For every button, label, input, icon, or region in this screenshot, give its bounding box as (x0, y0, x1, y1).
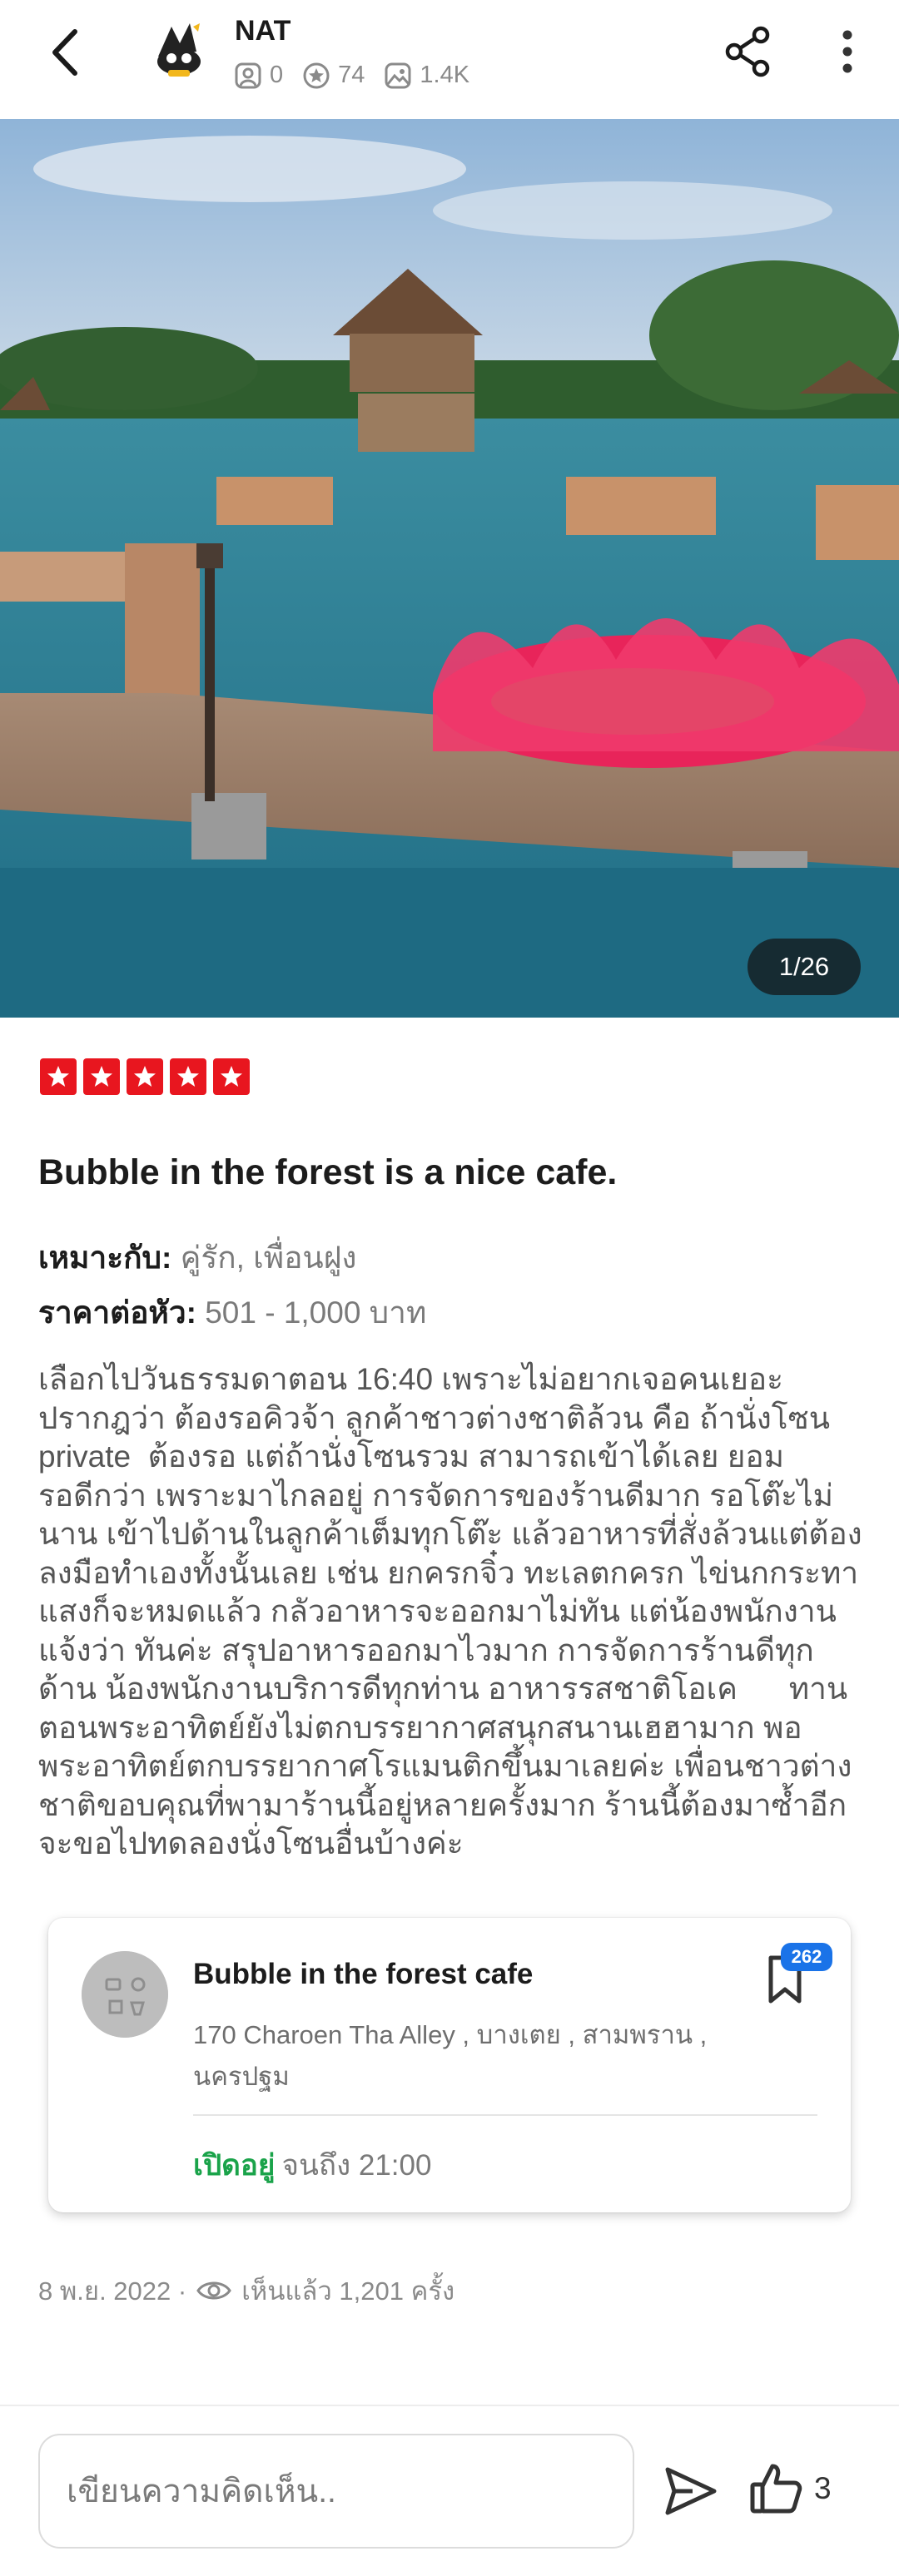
followers-stat: 0 (235, 62, 283, 89)
review-photo[interactable] (0, 119, 899, 1018)
person-icon (235, 62, 261, 88)
rating-stars (40, 1058, 250, 1095)
user-avatar[interactable] (143, 15, 215, 87)
photo-counter: 1/26 (748, 939, 861, 995)
review-title: Bubble in the forest is a nice cafe. (38, 1152, 618, 1192)
view-count: เห็นแล้ว 1,201 ครั้ง (241, 2276, 455, 2306)
eye-icon (196, 2281, 232, 2300)
rating-star-icon (213, 1058, 250, 1095)
opening-status: เปิดอยู่ จนถึง 21:00 (193, 2143, 431, 2188)
suitable-label: เหมาะกับ: (38, 1241, 172, 1275)
divider (193, 2114, 817, 2116)
more-options-icon[interactable] (832, 25, 862, 78)
suitable-value: คู่รัก, เพื่อนฝูง (171, 1241, 357, 1275)
open-now-label: เปิดอยู่ (193, 2149, 276, 2182)
review-body: เลือกไปวันธรรมดาตอน 16:40 เพราะไม่อยากเจ… (38, 1362, 862, 1860)
star-icon (303, 62, 330, 88)
photos-stat: 1.4K (385, 62, 469, 89)
bookmark-count-badge: 262 (781, 1943, 832, 1971)
like-icon[interactable] (749, 2461, 804, 2516)
send-icon[interactable] (663, 2463, 719, 2519)
closing-time: จนถึง 21:00 (281, 2149, 432, 2182)
comment-input[interactable]: เขียนความคิดเห็น.. (38, 2434, 634, 2549)
rating-star-icon (170, 1058, 206, 1095)
share-icon[interactable] (723, 25, 776, 78)
image-icon (385, 62, 411, 88)
comment-placeholder: เขียนความคิดเห็น.. (67, 2474, 336, 2509)
place-address: 170 Charoen Tha Alley , บางเตย , สามพราน… (193, 2020, 708, 2091)
post-meta: 8 พ.ย. 2022 · เห็นแล้ว 1,201 ครั้ง (38, 2270, 454, 2311)
rating-star-icon (83, 1058, 120, 1095)
followers-count: 0 (270, 62, 284, 88)
rating-star-icon (127, 1058, 163, 1095)
price-label: ราคาต่อหัว: (38, 1295, 196, 1330)
photos-count: 1.4K (420, 62, 470, 88)
user-stats: 0 74 1.4K (235, 62, 481, 89)
place-thumbnail (82, 1951, 168, 2038)
user-name[interactable]: NAT (235, 15, 291, 47)
suitable-for: เหมาะกับ: คู่รัก, เพื่อนฝูง (38, 1233, 356, 1282)
post-date: 8 พ.ย. 2022 · (38, 2276, 187, 2306)
like-count: 3 (814, 2471, 832, 2505)
bottom-bar-divider (0, 2405, 899, 2406)
back-arrow-icon[interactable] (42, 25, 92, 80)
price-value: 501 - 1,000 บาท (196, 1295, 427, 1330)
rating-star-icon (40, 1058, 77, 1095)
place-card[interactable]: Bubble in the forest cafe 170 Charoen Th… (48, 1918, 851, 2212)
place-name[interactable]: Bubble in the forest cafe (193, 1958, 533, 1991)
reviews-count: 74 (338, 62, 365, 88)
price-per-person: ราคาต่อหัว: 501 - 1,000 บาท (38, 1288, 426, 1337)
top-header: NAT 0 74 1.4K (0, 0, 899, 119)
reviews-stat: 74 (303, 62, 365, 89)
